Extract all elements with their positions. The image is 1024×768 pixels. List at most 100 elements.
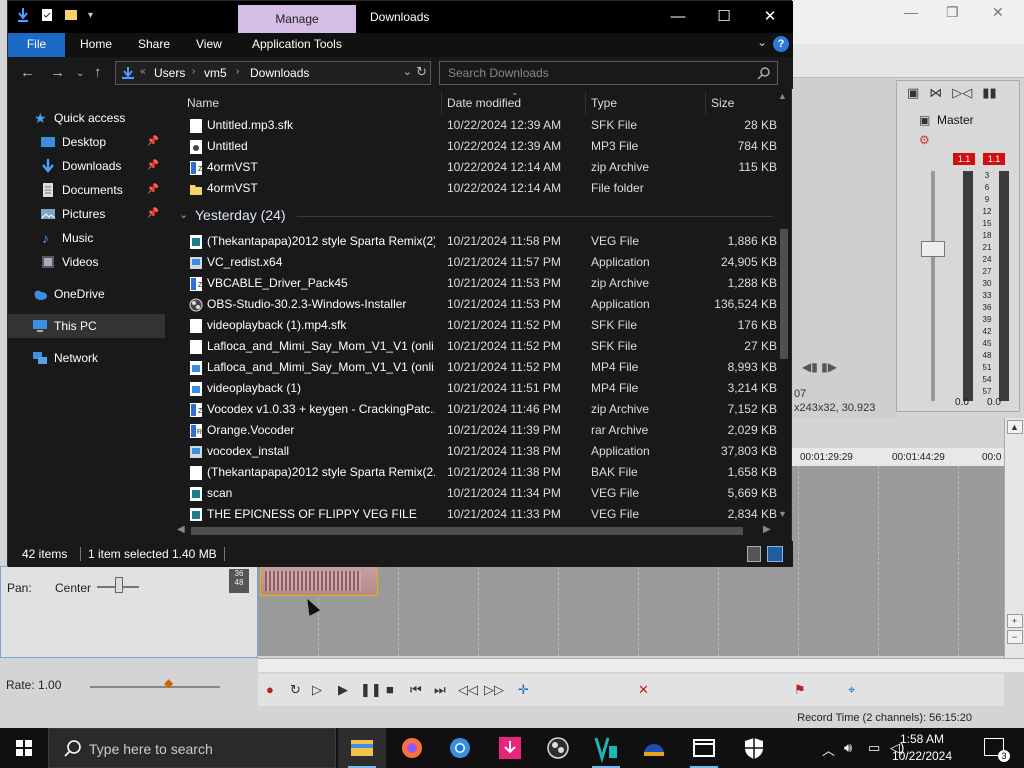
search-icon[interactable] — [757, 66, 771, 80]
pin-icon[interactable]: 📌 — [147, 154, 159, 178]
frame-step-icon[interactable]: ◀▮ ▮▶ — [802, 360, 837, 374]
file-row[interactable]: OBS-Studio-30.2.3-Windows-Installer 10/21… — [173, 294, 777, 315]
manage-tab[interactable]: Manage — [238, 5, 356, 33]
tab-file[interactable]: File — [8, 33, 65, 57]
sidebar-item-music[interactable]: ♪ Music — [8, 226, 165, 250]
help-icon[interactable]: ? — [773, 36, 789, 52]
file-row[interactable]: R Orange.Vocoder 10/21/2024 11:39 PM rar Ar… — [173, 420, 777, 441]
pause-icon[interactable]: ❚❚ — [360, 682, 382, 698]
taskbar-app-vegas[interactable] — [582, 728, 630, 768]
file-list-vertical-scrollbar[interactable]: ▲ ▼ — [777, 89, 791, 521]
minimize-button[interactable]: — — [668, 7, 688, 27]
file-row[interactable]: (Thekantapapa)2012 style Sparta Remix(2.… — [173, 462, 777, 483]
address-bar[interactable]: « Users › vm5 › Downloads ⌄ ↻ — [115, 61, 431, 85]
audio-clip[interactable] — [260, 564, 378, 596]
large-icons-view-icon[interactable] — [767, 546, 783, 562]
bg-close-button[interactable]: ✕ — [992, 4, 1004, 21]
breadcrumb-separator-icon[interactable]: › — [192, 66, 195, 77]
file-row[interactable]: Z Vocodex v1.0.33 + keygen - CrackingPatc… — [173, 399, 777, 420]
file-row[interactable]: videoplayback (1) 10/21/2024 11:51 PM MP4 … — [173, 378, 777, 399]
file-row[interactable]: videoplayback (1).mp4.sfk 10/21/2024 11:5… — [173, 315, 777, 336]
sidebar-item-videos[interactable]: Videos — [8, 250, 165, 274]
pan-slider-handle[interactable] — [115, 577, 123, 593]
fx-gear-icon[interactable]: ⚙ — [919, 133, 930, 147]
taskbar-app-media[interactable] — [630, 728, 678, 768]
scroll-down-icon[interactable]: ▼ — [778, 509, 787, 519]
go-to-end-icon[interactable]: ⏭ — [434, 682, 446, 698]
file-row[interactable]: THE EPICNESS OF FLIPPY VEG FILE 10/21/202… — [173, 504, 777, 521]
taskbar-search-box[interactable]: Type here to search — [48, 728, 336, 768]
breadcrumb-separator-icon[interactable]: › — [236, 66, 239, 77]
file-row[interactable]: 4ormVST 10/22/2024 12:14 AM File folder — [173, 178, 777, 199]
horizontal-scroll-thumb[interactable] — [191, 527, 743, 535]
sidebar-item-pictures[interactable]: Pictures 📌 — [8, 202, 165, 226]
scroll-up-icon[interactable]: ▲ — [1006, 420, 1023, 434]
details-view-icon[interactable] — [747, 546, 761, 562]
snapping-icon[interactable]: ⌖ — [848, 682, 855, 698]
timeline-horizontal-scrollbar[interactable] — [258, 658, 1024, 672]
back-arrow-icon[interactable]: ← — [20, 64, 35, 81]
column-date-modified[interactable]: Date modified — [447, 96, 521, 110]
file-row[interactable]: (Thekantapapa)2012 style Sparta Remix(2)… — [173, 231, 777, 252]
breadcrumb-downloads[interactable]: Downloads — [250, 66, 309, 80]
properties-icon[interactable] — [40, 7, 54, 23]
prev-frame-icon[interactable]: ◁◁ — [458, 682, 478, 698]
file-row[interactable]: Lafloca_and_Mimi_Say_Mom_V1_V1 (onli... 1… — [173, 357, 777, 378]
bg-minimize-button[interactable]: — — [904, 4, 918, 20]
tab-share[interactable]: Share — [136, 33, 172, 57]
clock-time[interactable]: 1:58 AM — [882, 732, 962, 746]
go-to-start-icon[interactable]: ⏮ — [410, 682, 422, 698]
rate-slider[interactable] — [90, 686, 220, 688]
zoom-in-icon[interactable]: + — [1006, 614, 1023, 628]
maximize-button[interactable]: ☐ — [714, 7, 734, 27]
tab-home[interactable]: Home — [78, 33, 114, 57]
mixer-mute-icon[interactable]: ▷◁ — [952, 85, 972, 101]
file-row[interactable]: VC_redist.x64 10/21/2024 11:57 PM Applicat… — [173, 252, 777, 273]
master-fader-handle[interactable] — [921, 241, 945, 257]
address-dropdown-icon[interactable]: ⌄ — [403, 65, 412, 78]
taskbar-app-security[interactable] — [730, 728, 778, 768]
breadcrumb-vm5[interactable]: vm5 — [204, 66, 227, 80]
next-frame-icon[interactable]: ▷▷ — [484, 682, 504, 698]
play-icon[interactable]: ▶ — [338, 682, 348, 698]
sidebar-item-desktop[interactable]: Desktop 📌 — [8, 130, 165, 154]
windows-start-icon[interactable] — [0, 728, 48, 768]
timeline-vertical-scrollbar[interactable]: ▲ + − — [1004, 418, 1024, 668]
column-divider[interactable] — [585, 91, 586, 115]
breadcrumb-users[interactable]: Users — [154, 66, 185, 80]
customize-qat-icon[interactable]: ▾ — [88, 10, 93, 21]
file-row[interactable]: vocodex_install 10/21/2024 11:38 PM Applic… — [173, 441, 777, 462]
scroll-right-icon[interactable]: ▶ — [763, 524, 771, 535]
mixer-meters-icon[interactable]: ▮▮ — [982, 85, 996, 101]
file-list-horizontal-scrollbar[interactable]: ◀ ▶ — [173, 523, 777, 539]
column-size[interactable]: Size — [711, 96, 734, 110]
show-hidden-icons-icon[interactable]: ︿ — [822, 740, 835, 759]
taskbar-app-firefox[interactable] — [388, 728, 436, 768]
pin-icon[interactable]: 📌 — [147, 202, 159, 226]
file-row[interactable]: Lafloca_and_Mimi_Say_Mom_V1_V1 (onli... 1… — [173, 336, 777, 357]
sidebar-item-onedrive[interactable]: OneDrive — [8, 282, 165, 306]
file-row[interactable]: Untitled.mp3.sfk 10/22/2024 12:39 AM SFK F… — [173, 115, 777, 136]
column-name[interactable]: Name — [187, 96, 219, 110]
network-status-icon[interactable]: ▭ — [868, 740, 880, 756]
explorer-titlebar[interactable]: ▾ Manage Downloads — ☐ ✕ — [8, 1, 793, 33]
record-icon[interactable]: ● — [266, 682, 274, 697]
taskbar-app-downloader[interactable] — [486, 728, 534, 768]
taskbar-app-chrome[interactable] — [436, 728, 484, 768]
file-row[interactable]: Z VBCABLE_Driver_Pack45 10/21/2024 11:53 P… — [173, 273, 777, 294]
column-divider[interactable] — [705, 91, 706, 115]
volume-icon[interactable]: 🔊︎ — [844, 740, 852, 756]
delete-icon[interactable]: ✕ — [638, 682, 649, 698]
sidebar-item-this-pc[interactable]: This PC — [8, 314, 165, 338]
sidebar-item-downloads[interactable]: Downloads 📌 — [8, 154, 165, 178]
scroll-left-icon[interactable]: ◀ — [177, 524, 185, 535]
collapse-group-icon[interactable]: ⌄ — [179, 208, 188, 221]
loop-icon[interactable]: ↻ — [290, 682, 301, 698]
sidebar-item-documents[interactable]: Documents 📌 — [8, 178, 165, 202]
sidebar-item-network[interactable]: Network — [8, 346, 165, 370]
stop-icon[interactable]: ■ — [386, 682, 394, 697]
clock-date[interactable]: 10/22/2024 — [882, 749, 962, 763]
refresh-icon[interactable]: ↻ — [416, 64, 427, 80]
download-arrow-icon[interactable] — [16, 7, 30, 23]
tab-application-tools[interactable]: Application Tools — [250, 33, 344, 57]
